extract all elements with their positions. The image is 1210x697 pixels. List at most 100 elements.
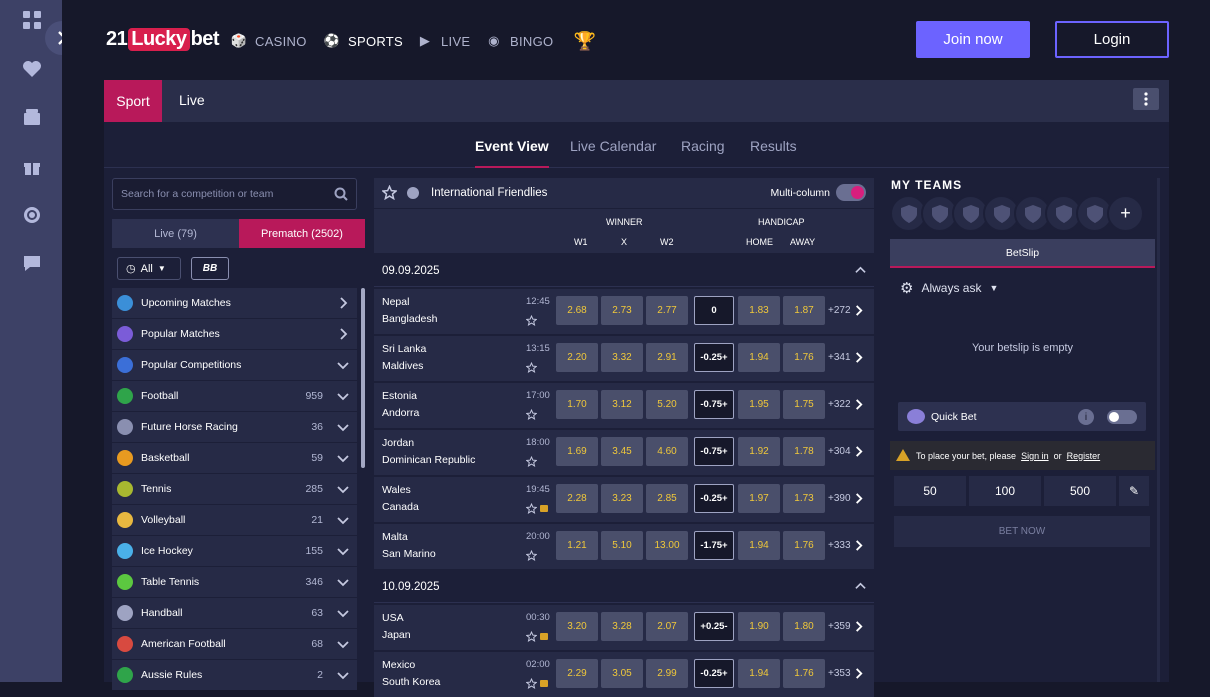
tab-sport[interactable]: Sport (104, 80, 162, 122)
prematch-filter-tab[interactable]: Prematch (2502) (239, 219, 365, 248)
odds-home-button[interactable]: 1.94 (738, 659, 780, 688)
bet-builder-button[interactable]: BB (191, 257, 229, 280)
nav-bingo[interactable]: ◉ BINGO (485, 32, 553, 50)
stake-50-button[interactable]: 50 (894, 476, 966, 506)
nav-live[interactable]: ▶ LIVE (416, 32, 470, 50)
odds-w2-button[interactable]: 4.60 (646, 437, 688, 466)
match-row[interactable]: Estonia Andorra 17:00 1.70 3.12 5.20 -0.… (374, 383, 874, 428)
more-markets-count[interactable]: +353 (828, 668, 851, 679)
match-row[interactable]: Sri Lanka Maldives 13:15 2.20 3.32 2.91 … (374, 336, 874, 381)
chevron-right-icon[interactable] (853, 668, 864, 679)
stake-500-button[interactable]: 500 (1044, 476, 1116, 506)
tab-event-view[interactable]: Event View (475, 138, 549, 168)
tab-racing[interactable]: Racing (681, 138, 725, 154)
trophy-icon[interactable]: 🏆 (574, 31, 601, 51)
chevron-right-icon[interactable] (853, 446, 864, 457)
odds-w1-button[interactable]: 2.68 (556, 296, 598, 325)
chevron-right-icon[interactable] (853, 540, 864, 551)
odds-w2-button[interactable]: 2.07 (646, 612, 688, 641)
add-team-plus-icon[interactable]: + (1107, 195, 1144, 232)
odds-away-button[interactable]: 1.80 (783, 612, 825, 641)
odds-away-button[interactable]: 1.75 (783, 390, 825, 419)
odds-x-button[interactable]: 3.12 (601, 390, 643, 419)
odds-home-button[interactable]: 1.95 (738, 390, 780, 419)
match-row[interactable]: Jordan Dominican Republic 18:00 1.69 3.4… (374, 430, 874, 475)
time-filter-select[interactable]: ◷ All ▼ (117, 257, 181, 280)
odds-w1-button[interactable]: 2.28 (556, 484, 598, 513)
sidebar-item-category[interactable]: Popular Competitions (112, 350, 357, 380)
chevron-right-icon[interactable] (853, 399, 864, 410)
join-now-button[interactable]: Join now (916, 21, 1030, 58)
more-options-icon[interactable] (1133, 88, 1159, 110)
odds-home-button[interactable]: 1.94 (738, 531, 780, 560)
odds-x-button[interactable]: 5.10 (601, 531, 643, 560)
heart-icon[interactable] (21, 58, 43, 80)
bet-now-button[interactable]: BET NOW (894, 516, 1150, 547)
odds-w2-button[interactable]: 2.85 (646, 484, 688, 513)
odds-w1-button[interactable]: 2.20 (556, 343, 598, 372)
live-filter-tab[interactable]: Live (79) (112, 219, 239, 248)
login-button[interactable]: Login (1055, 21, 1169, 58)
more-markets-count[interactable]: +304 (828, 446, 851, 457)
odds-home-button[interactable]: 1.92 (738, 437, 780, 466)
odds-w2-button[interactable]: 2.77 (646, 296, 688, 325)
date-header[interactable]: 10.09.2025 (374, 569, 874, 603)
odds-w1-button[interactable]: 1.69 (556, 437, 598, 466)
target-icon[interactable] (21, 204, 43, 226)
odds-away-button[interactable]: 1.76 (783, 659, 825, 688)
odds-away-button[interactable]: 1.76 (783, 531, 825, 560)
chevron-right-icon[interactable] (853, 621, 864, 632)
sidebar-item-category[interactable]: Table Tennis 346 (112, 567, 357, 597)
odds-away-button[interactable]: 1.78 (783, 437, 825, 466)
more-markets-count[interactable]: +359 (828, 621, 851, 632)
match-row[interactable]: Malta San Marino 20:00 1.21 5.10 13.00 -… (374, 524, 874, 569)
odds-x-button[interactable]: 3.28 (601, 612, 643, 641)
match-row[interactable]: Mexico South Korea 02:00 2.29 3.05 2.99 … (374, 652, 874, 697)
multicolumn-toggle[interactable] (836, 184, 866, 201)
favorite-star-icon[interactable] (526, 678, 537, 689)
favorite-star-icon[interactable] (526, 631, 537, 642)
more-markets-count[interactable]: +333 (828, 540, 851, 551)
odds-away-button[interactable]: 1.87 (783, 296, 825, 325)
scrollbar[interactable] (1157, 178, 1160, 682)
odds-x-button[interactable]: 3.32 (601, 343, 643, 372)
tab-results[interactable]: Results (750, 138, 797, 154)
odds-w1-button[interactable]: 1.21 (556, 531, 598, 560)
odds-w2-button[interactable]: 5.20 (646, 390, 688, 419)
more-markets-count[interactable]: +272 (828, 305, 851, 316)
scrollbar[interactable] (361, 288, 365, 468)
odds-w1-button[interactable]: 3.20 (556, 612, 598, 641)
quick-bet-toggle[interactable] (1107, 410, 1137, 424)
odds-away-button[interactable]: 1.76 (783, 343, 825, 372)
odds-x-button[interactable]: 3.05 (601, 659, 643, 688)
favorite-star-icon[interactable] (526, 503, 537, 514)
nav-sports[interactable]: ⚽ SPORTS (323, 32, 403, 50)
sidebar-item-category[interactable]: Football 959 (112, 381, 357, 411)
sidebar-item-category[interactable]: Handball 63 (112, 598, 357, 628)
casino-chest-icon[interactable] (21, 106, 43, 128)
sidebar-item-category[interactable]: Future Horse Racing 36 (112, 412, 357, 442)
betslip-tab[interactable]: BetSlip (890, 239, 1155, 268)
odds-home-button[interactable]: 1.90 (738, 612, 780, 641)
odds-away-button[interactable]: 1.73 (783, 484, 825, 513)
search-input[interactable]: Search for a competition or team (112, 178, 357, 210)
register-link[interactable]: Register (1067, 451, 1101, 461)
chevron-right-icon[interactable] (853, 352, 864, 363)
favorite-star-icon[interactable] (526, 456, 537, 467)
match-row[interactable]: Nepal Bangladesh 12:45 2.68 2.73 2.77 0 … (374, 289, 874, 334)
favorite-star-icon[interactable] (526, 362, 537, 373)
favorite-star-icon[interactable] (526, 315, 537, 326)
favorite-star-icon[interactable] (526, 550, 537, 561)
match-row[interactable]: Wales Canada 19:45 2.28 3.23 2.85 -0.25+… (374, 477, 874, 522)
more-markets-count[interactable]: +390 (828, 493, 851, 504)
sidebar-item-category[interactable]: Ice Hockey 155 (112, 536, 357, 566)
more-markets-count[interactable]: +341 (828, 352, 851, 363)
support-chat-icon[interactable] (21, 252, 43, 274)
nav-casino[interactable]: 🎲 CASINO (230, 32, 307, 50)
dashboard-icon[interactable] (21, 9, 43, 31)
more-markets-count[interactable]: +322 (828, 399, 851, 410)
odds-home-button[interactable]: 1.94 (738, 343, 780, 372)
odds-change-setting[interactable]: ⚙ Always ask ▼ (900, 279, 998, 297)
info-icon[interactable]: i (1078, 409, 1094, 425)
odds-x-button[interactable]: 3.23 (601, 484, 643, 513)
